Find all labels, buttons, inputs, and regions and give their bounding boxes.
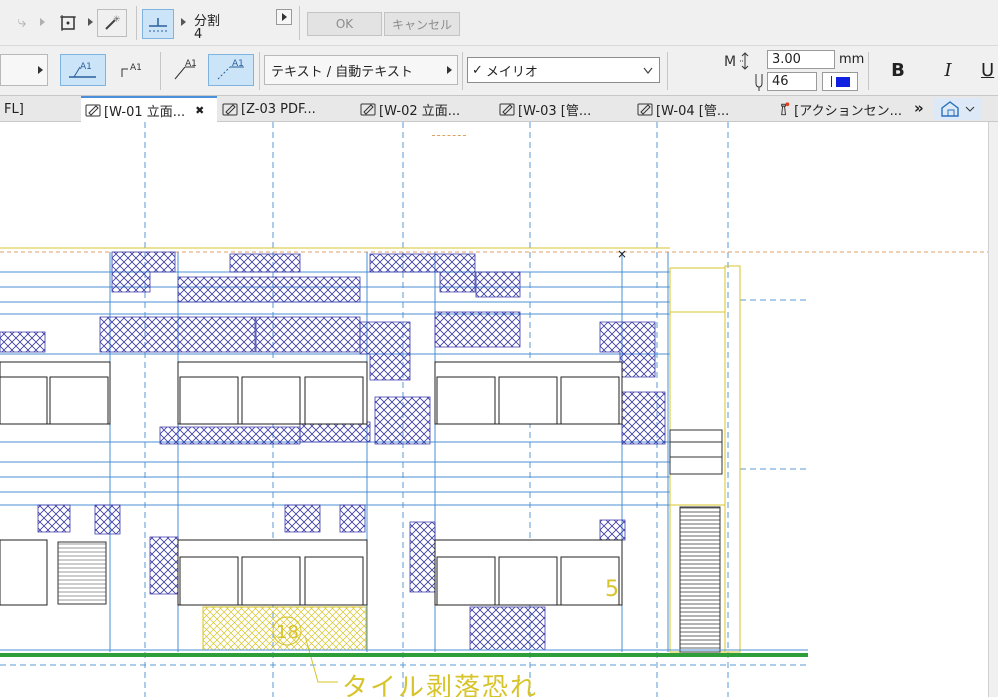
tab-label: [アクションセン... — [794, 103, 902, 119]
transform-dropdown-arrow[interactable] — [88, 18, 93, 26]
tab-fl[interactable]: FL] — [0, 96, 80, 122]
separator — [160, 52, 161, 90]
font-select[interactable]: ✓ メイリオ — [467, 57, 660, 83]
windows-upper — [0, 361, 623, 425]
tab-w04[interactable]: [W-04 [管... — [633, 96, 771, 122]
drawing-canvas[interactable]: 18 5 × タイル剥落恐れ — [0, 122, 988, 697]
undo-icon[interactable]: ⤷ — [10, 10, 34, 34]
svg-text:A1: A1 — [185, 59, 197, 69]
cancel-button[interactable]: キャンセル — [384, 12, 460, 36]
tab-action-center[interactable]: [アクションセン... — [772, 96, 902, 122]
chevron-down-icon — [643, 67, 653, 74]
svg-text:A1: A1 — [130, 63, 142, 73]
undo-dropdown-arrow[interactable] — [40, 18, 45, 26]
underline-button[interactable]: U — [980, 56, 998, 84]
layer-dropdown[interactable] — [0, 54, 48, 86]
separator — [462, 52, 463, 90]
text-type-value: テキスト / 自動テキスト — [271, 64, 413, 80]
leader-line-icon[interactable]: A1 — [166, 54, 206, 86]
elevation-view-icon — [222, 103, 238, 116]
pen-number-input[interactable]: 46 — [767, 72, 817, 91]
annotation-text: タイル剥落恐れ — [342, 673, 539, 697]
text-size-icon: M — [722, 52, 758, 70]
split-dropdown-arrow[interactable] — [181, 18, 186, 26]
tab-w03[interactable]: [W-03 [管... — [495, 96, 633, 122]
italic-label: I — [944, 59, 952, 81]
checkmark-icon: ✓ — [472, 62, 483, 78]
division-stepper-icon[interactable] — [276, 9, 292, 25]
tab-w02[interactable]: [W-02 立面... — [356, 96, 494, 122]
separator — [667, 52, 668, 90]
elevation-drawing: 18 5 × — [0, 122, 988, 697]
tab-z03[interactable]: [Z-03 PDF... — [218, 96, 356, 122]
elevation-view-icon — [499, 103, 515, 116]
bold-label: B — [891, 59, 905, 81]
svg-text:M: M — [724, 54, 736, 70]
chevron-right-icon — [447, 66, 452, 74]
marker-5: 5 — [605, 577, 619, 602]
magic-wand-icon[interactable]: ✳ — [97, 9, 127, 37]
leader-dotted-icon[interactable]: A1 — [208, 54, 254, 86]
view-tab-bar: FL] [W-01 立面... ✖ [Z-03 PDF... [W-02 立面.… — [0, 96, 998, 122]
text-size-value: 3.00 — [772, 52, 801, 67]
tab-label: [W-03 [管... — [518, 103, 592, 119]
home-view-icon[interactable] — [934, 98, 982, 120]
split-segment-icon[interactable] — [142, 9, 174, 39]
font-name: メイリオ — [485, 64, 538, 80]
ok-button[interactable]: OK — [307, 12, 382, 36]
bold-button[interactable]: B — [880, 56, 916, 84]
elevation-view-icon — [85, 104, 101, 117]
toolbar-row-2: A1 A1 A1 A1 テキスト / 自動テキスト ✓ メイリオ M 3.00 … — [0, 46, 998, 96]
separator — [868, 52, 869, 90]
tab-label: [W-02 立面... — [379, 103, 461, 119]
underline-label: U — [981, 59, 995, 81]
separator — [259, 52, 260, 90]
svg-text:A1: A1 — [232, 59, 244, 69]
elevation-view-icon — [360, 103, 376, 116]
orange-marker — [432, 126, 466, 136]
pen-icon — [752, 72, 766, 92]
text-anchor-horizontal-icon[interactable]: A1 — [60, 54, 106, 86]
close-tab-icon[interactable]: ✖ — [195, 104, 204, 117]
tab-label: [W-01 立面... — [104, 104, 186, 120]
text-type-dropdown[interactable]: テキスト / 自動テキスト — [264, 55, 458, 85]
svg-text:A1: A1 — [80, 62, 92, 72]
marker-18: 18 — [276, 622, 299, 643]
close-marker: × — [617, 247, 627, 261]
text-size-input[interactable]: 3.00 — [767, 50, 835, 69]
division-value: 4 — [194, 26, 203, 42]
separator — [136, 6, 137, 40]
text-anchor-angled-icon[interactable]: A1 — [112, 54, 152, 86]
transform-icon[interactable] — [55, 10, 81, 36]
pen-color-swatch[interactable] — [822, 72, 858, 91]
right-toolbox[interactable] — [988, 122, 998, 697]
separator — [299, 6, 300, 40]
tabs-overflow-icon[interactable]: » — [914, 99, 924, 117]
text-size-unit: mm — [839, 52, 865, 67]
pen-number-value: 46 — [772, 74, 789, 89]
tab-label: [Z-03 PDF... — [241, 101, 316, 117]
italic-button[interactable]: I — [930, 56, 966, 84]
division-input[interactable]: 4 — [192, 26, 292, 42]
svg-text:✳: ✳ — [113, 15, 121, 25]
stair-steps — [679, 506, 721, 653]
elevation-view-icon — [637, 103, 653, 116]
tab-label: [W-04 [管... — [656, 103, 730, 119]
louver-panel — [57, 541, 107, 605]
tab-w01[interactable]: [W-01 立面... ✖ — [81, 96, 217, 122]
lighthouse-icon — [781, 102, 790, 116]
tab-label: FL] — [4, 101, 24, 117]
toolbar-row-1: ⤷ ✳ 分割 4 OK キャンセル — [0, 0, 998, 46]
